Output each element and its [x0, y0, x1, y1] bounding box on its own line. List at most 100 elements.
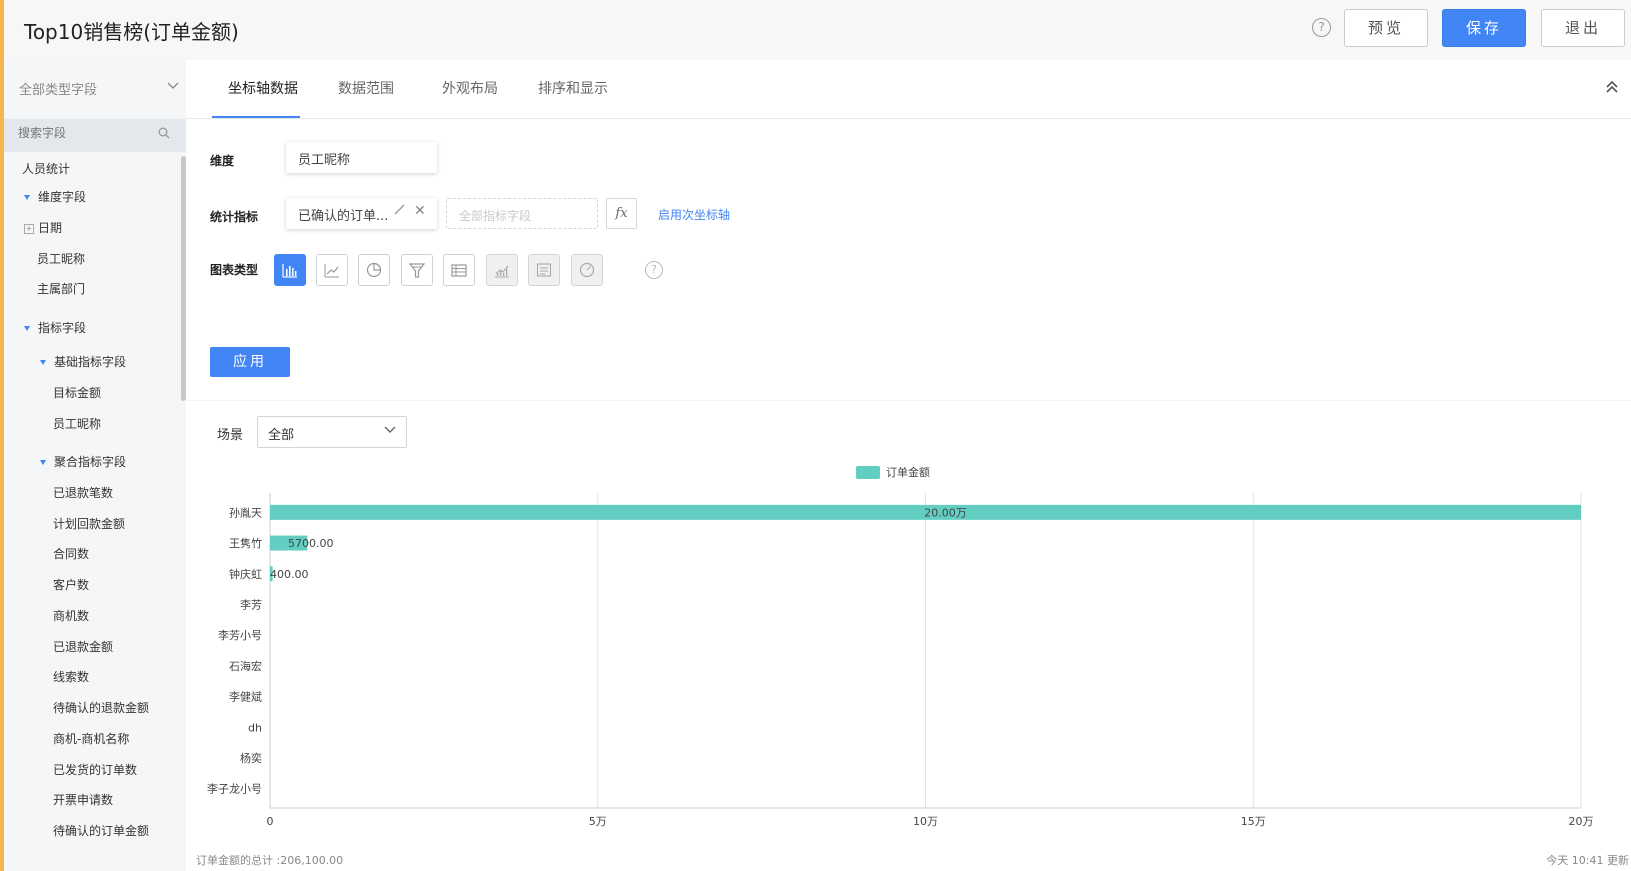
sidebar-item-label: 指标字段 [38, 321, 87, 335]
search-icon[interactable] [158, 127, 170, 139]
y-category-label: 李子龙小号 [207, 782, 262, 796]
sidebar-item-nickname[interactable]: 员工昵称 [37, 250, 85, 267]
metric-chip[interactable]: 已确认的订单... ✕ [286, 198, 437, 229]
sidebar-item-label: 日期 [38, 221, 63, 235]
sidebar-item-label: 基础指标字段 [54, 355, 127, 369]
sidebar-group-metric[interactable]: 指标字段 [24, 319, 86, 336]
sidebar-item-pending-order-amount[interactable]: 待确认的订单金额 [53, 822, 149, 839]
sidebar-item-contract-count[interactable]: 合同数 [53, 545, 89, 562]
preview-button[interactable]: 预览 [1344, 9, 1428, 47]
last-updated-text: 今天 10:41 更新 [1546, 854, 1629, 867]
scene-label: 场景 [217, 428, 244, 443]
field-sidebar: 全部类型字段 人员统计 维度字段 + 日期 员工昵称 主属部门 指标字段 基础指标… [0, 60, 186, 871]
sidebar-group-dimension[interactable]: 维度字段 [24, 188, 86, 205]
y-category-label: dh [248, 721, 262, 734]
search-input[interactable] [18, 126, 148, 140]
line-chart-icon [324, 264, 339, 278]
sidebar-item-invoice-requests[interactable]: 开票申请数 [53, 791, 113, 808]
chart-type-line[interactable] [316, 254, 348, 286]
sidebar-item-customer-count[interactable]: 客户数 [53, 576, 89, 593]
caret-down-icon [40, 460, 46, 465]
top-bar: Top10销售榜(订单金额) ? 预览 保存 退出 [0, 0, 1631, 60]
x-tick-label: 20万 [1569, 815, 1594, 828]
chart-type-bar[interactable] [274, 254, 306, 286]
sidebar-group-basic-metric[interactable]: 基础指标字段 [40, 353, 126, 370]
chart-type-area[interactable] [486, 254, 518, 286]
table-chart-icon [451, 264, 467, 277]
edit-icon[interactable] [394, 204, 405, 218]
sidebar-item-department[interactable]: 主属部门 [37, 280, 85, 297]
sidebar-item-pending-refund[interactable]: 待确认的退款金额 [53, 699, 149, 716]
x-tick-label: 10万 [913, 815, 938, 828]
sidebar-item-planned-payment[interactable]: 计划回款金额 [53, 515, 125, 532]
field-type-label: 全部类型字段 [19, 83, 98, 98]
exit-button[interactable]: 退出 [1541, 9, 1625, 47]
legend-label: 订单金额 [886, 465, 930, 479]
chart-total-text: 订单金额的总计 :206,100.00 [196, 854, 344, 867]
gauge-chart-icon [579, 262, 595, 278]
sidebar-item-label: 维度字段 [38, 190, 87, 204]
sidebar-item-opportunity-count[interactable]: 商机数 [53, 607, 89, 624]
sidebar-item-lead-count[interactable]: 线索数 [53, 668, 89, 685]
metric-chip-label: 已确认的订单... [298, 209, 389, 224]
chart-type-funnel[interactable] [401, 254, 433, 286]
save-button[interactable]: 保存 [1442, 9, 1526, 47]
remove-icon[interactable]: ✕ [414, 203, 426, 219]
y-category-label: 李芳 [240, 597, 262, 611]
scene-select-value: 全部 [268, 428, 295, 443]
sidebar-item-refund-count[interactable]: 已退款笔数 [53, 484, 113, 501]
legend-swatch [856, 466, 880, 479]
tab-data-range[interactable]: 数据范围 [338, 78, 394, 98]
sidebar-item-nickname-2[interactable]: 员工昵称 [53, 415, 101, 432]
tab-sort-display[interactable]: 排序和显示 [538, 78, 608, 98]
chart-type-label: 图表类型 [210, 263, 259, 277]
sidebar-item-shipped-orders[interactable]: 已发货的订单数 [53, 761, 137, 778]
chart-type-text[interactable] [528, 254, 560, 286]
metric-label: 统计指标 [210, 210, 259, 224]
field-type-select[interactable]: 全部类型字段 [19, 79, 179, 98]
bar-data-label: 20.00万 [924, 506, 967, 519]
sidebar-item-target-amount[interactable]: 目标金额 [53, 384, 101, 401]
collapse-up-icon[interactable] [1605, 79, 1619, 99]
chevron-down-icon [384, 423, 396, 438]
caret-down-icon [24, 195, 30, 200]
sidebar-item-date[interactable]: + 日期 [24, 219, 62, 236]
bar-chart-icon [282, 264, 297, 278]
y-category-label: 李健斌 [229, 690, 262, 704]
pie-chart-icon [366, 262, 382, 278]
expand-plus-icon: + [24, 223, 34, 234]
y-category-label: 钟庆虹 [229, 567, 262, 581]
y-category-label: 孙胤天 [229, 505, 262, 519]
y-category-label: 石海宏 [229, 659, 262, 673]
sidebar-item-opportunity-name[interactable]: 商机-商机名称 [53, 730, 129, 747]
tab-appearance[interactable]: 外观布局 [442, 78, 498, 98]
tabs-divider [186, 118, 1631, 119]
text-card-icon [536, 263, 552, 277]
bar-data-label: 5700.00 [288, 537, 334, 550]
x-tick-label: 0 [267, 815, 274, 828]
search-field-box[interactable] [4, 119, 186, 152]
x-tick-label: 5万 [589, 815, 607, 828]
sidebar-item-refund-amount[interactable]: 已退款金额 [53, 638, 113, 655]
sidebar-item-label: 聚合指标字段 [54, 455, 127, 469]
formula-button[interactable]: fx [606, 198, 637, 229]
metric-drop-zone[interactable]: 全部指标字段 [446, 198, 598, 229]
chevron-down-icon [167, 79, 179, 95]
bar-chart: 订单金额 0 5万 10万 15万 20万 孙胤天 20.00万王隽竹 5700.00 钟庆虹 40… [207, 465, 1594, 828]
sidebar-group-personnel: 人员统计 [22, 162, 71, 176]
apply-button[interactable]: 应用 [210, 347, 290, 377]
chart-type-table[interactable] [443, 254, 475, 286]
config-panel: 坐标轴数据 数据范围 外观布局 排序和显示 维度 员工昵称 统计指标 已确认的订… [186, 60, 1631, 400]
caret-down-icon [40, 360, 46, 365]
y-category-label: 杨奕 [240, 751, 262, 765]
tab-axis-data[interactable]: 坐标轴数据 [228, 78, 298, 98]
chart-type-help-icon[interactable]: ? [645, 261, 663, 279]
scene-select[interactable]: 全部 [257, 416, 407, 448]
sidebar-group-aggregate-metric[interactable]: 聚合指标字段 [40, 453, 126, 470]
chart-type-pie[interactable] [358, 254, 390, 286]
x-tick-label: 15万 [1241, 815, 1266, 828]
dimension-field[interactable]: 员工昵称 [286, 142, 437, 173]
help-icon[interactable]: ? [1312, 18, 1331, 37]
chart-type-gauge[interactable] [571, 254, 603, 286]
enable-secondary-axis-link[interactable]: 启用次坐标轴 [658, 206, 730, 223]
